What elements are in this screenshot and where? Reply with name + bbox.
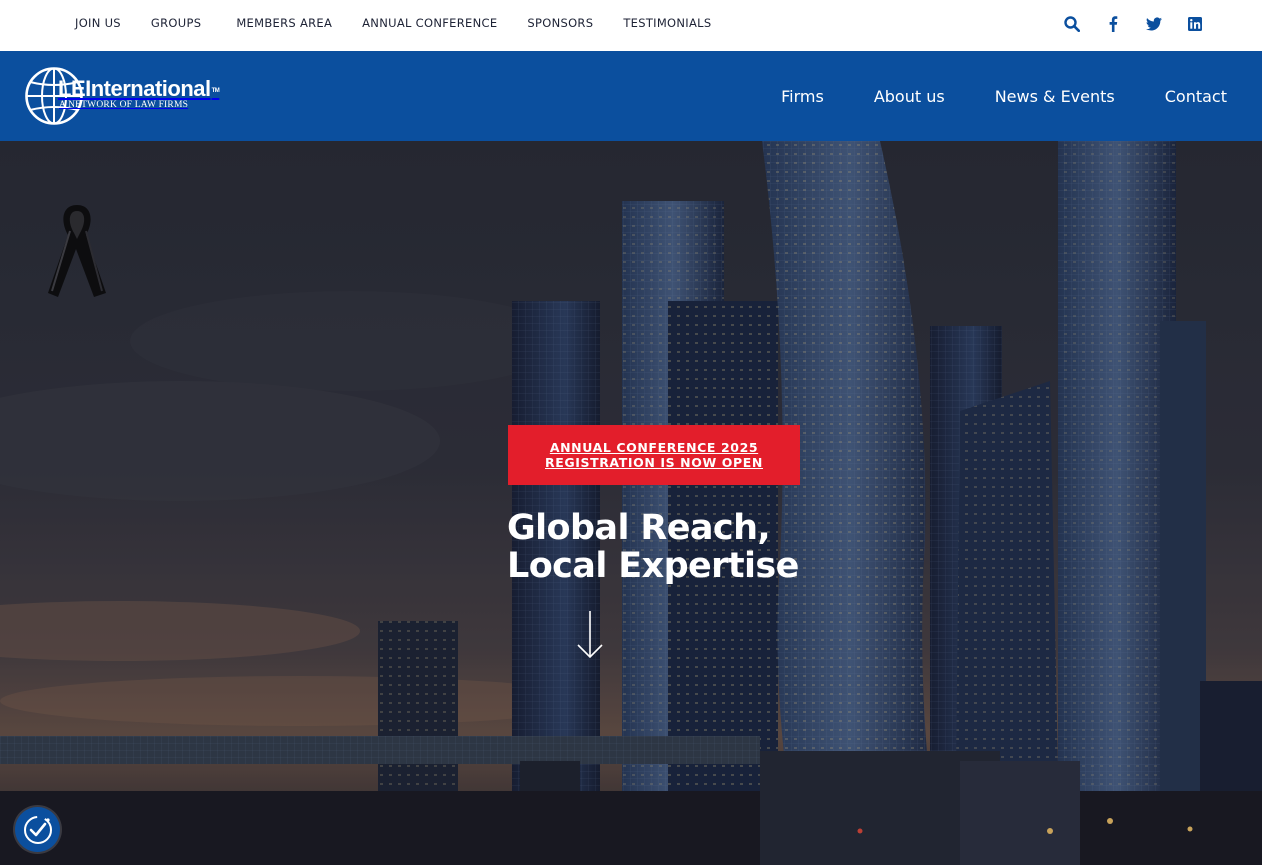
conference-registration-button[interactable]: ANNUAL CONFERENCE 2025 REGISTRATION IS N… xyxy=(508,425,800,485)
top-nav-annual-conference[interactable]: ANNUAL CONFERENCE xyxy=(362,16,497,30)
logo-text: LEInternationalTM A NETWORK OF LAW FIRMS xyxy=(58,76,220,111)
search-icon[interactable] xyxy=(1063,15,1081,33)
headline-line-1: Global Reach, xyxy=(507,508,771,548)
black-ribbon-icon xyxy=(48,205,106,297)
top-nav-join-us[interactable]: JOIN US xyxy=(75,16,121,30)
site-logo[interactable]: LEInternationalTM A NETWORK OF LAW FIRMS xyxy=(24,65,249,127)
logo-name: LEInternational xyxy=(58,76,211,101)
top-nav: JOIN US GROUPS MEMBERS AREA ANNUAL CONFE… xyxy=(75,0,741,46)
arrow-down-icon[interactable] xyxy=(575,609,605,661)
linkedin-icon[interactable] xyxy=(1186,15,1204,33)
top-nav-sponsors[interactable]: SPONSORS xyxy=(527,16,593,30)
top-nav-groups[interactable]: GROUPS xyxy=(151,16,201,30)
nav-news-events[interactable]: News & Events xyxy=(995,87,1115,106)
top-nav-members-area[interactable]: MEMBERS AREA xyxy=(236,16,332,30)
top-icons xyxy=(1063,10,1204,38)
hero-section: ANNUAL CONFERENCE 2025 REGISTRATION IS N… xyxy=(0,141,1262,865)
nav-about-us[interactable]: About us xyxy=(874,87,945,106)
top-nav-testimonials[interactable]: TESTIMONIALS xyxy=(623,16,711,30)
cta-line-2: REGISTRATION IS NOW OPEN xyxy=(545,455,763,470)
accessibility-icon xyxy=(23,815,52,844)
nav-firms[interactable]: Firms xyxy=(781,87,824,106)
hero-headline: Global Reach, Local Expertise xyxy=(507,509,927,585)
facebook-icon[interactable] xyxy=(1104,15,1122,33)
main-header: LEInternationalTM A NETWORK OF LAW FIRMS… xyxy=(0,51,1262,141)
nav-contact[interactable]: Contact xyxy=(1165,87,1227,106)
headline-line-2: Local Expertise xyxy=(507,546,799,586)
cta-line-1: ANNUAL CONFERENCE 2025 xyxy=(549,440,759,455)
top-utility-bar: JOIN US GROUPS MEMBERS AREA ANNUAL CONFE… xyxy=(0,0,1262,51)
logo-trademark: TM xyxy=(211,88,220,94)
hero-overlay xyxy=(0,141,1262,865)
main-nav: Firms About us News & Events Contact xyxy=(781,51,1227,141)
logo-tagline: A NETWORK OF LAW FIRMS xyxy=(59,100,189,110)
accessibility-button[interactable] xyxy=(15,807,60,852)
twitter-icon[interactable] xyxy=(1145,15,1163,33)
